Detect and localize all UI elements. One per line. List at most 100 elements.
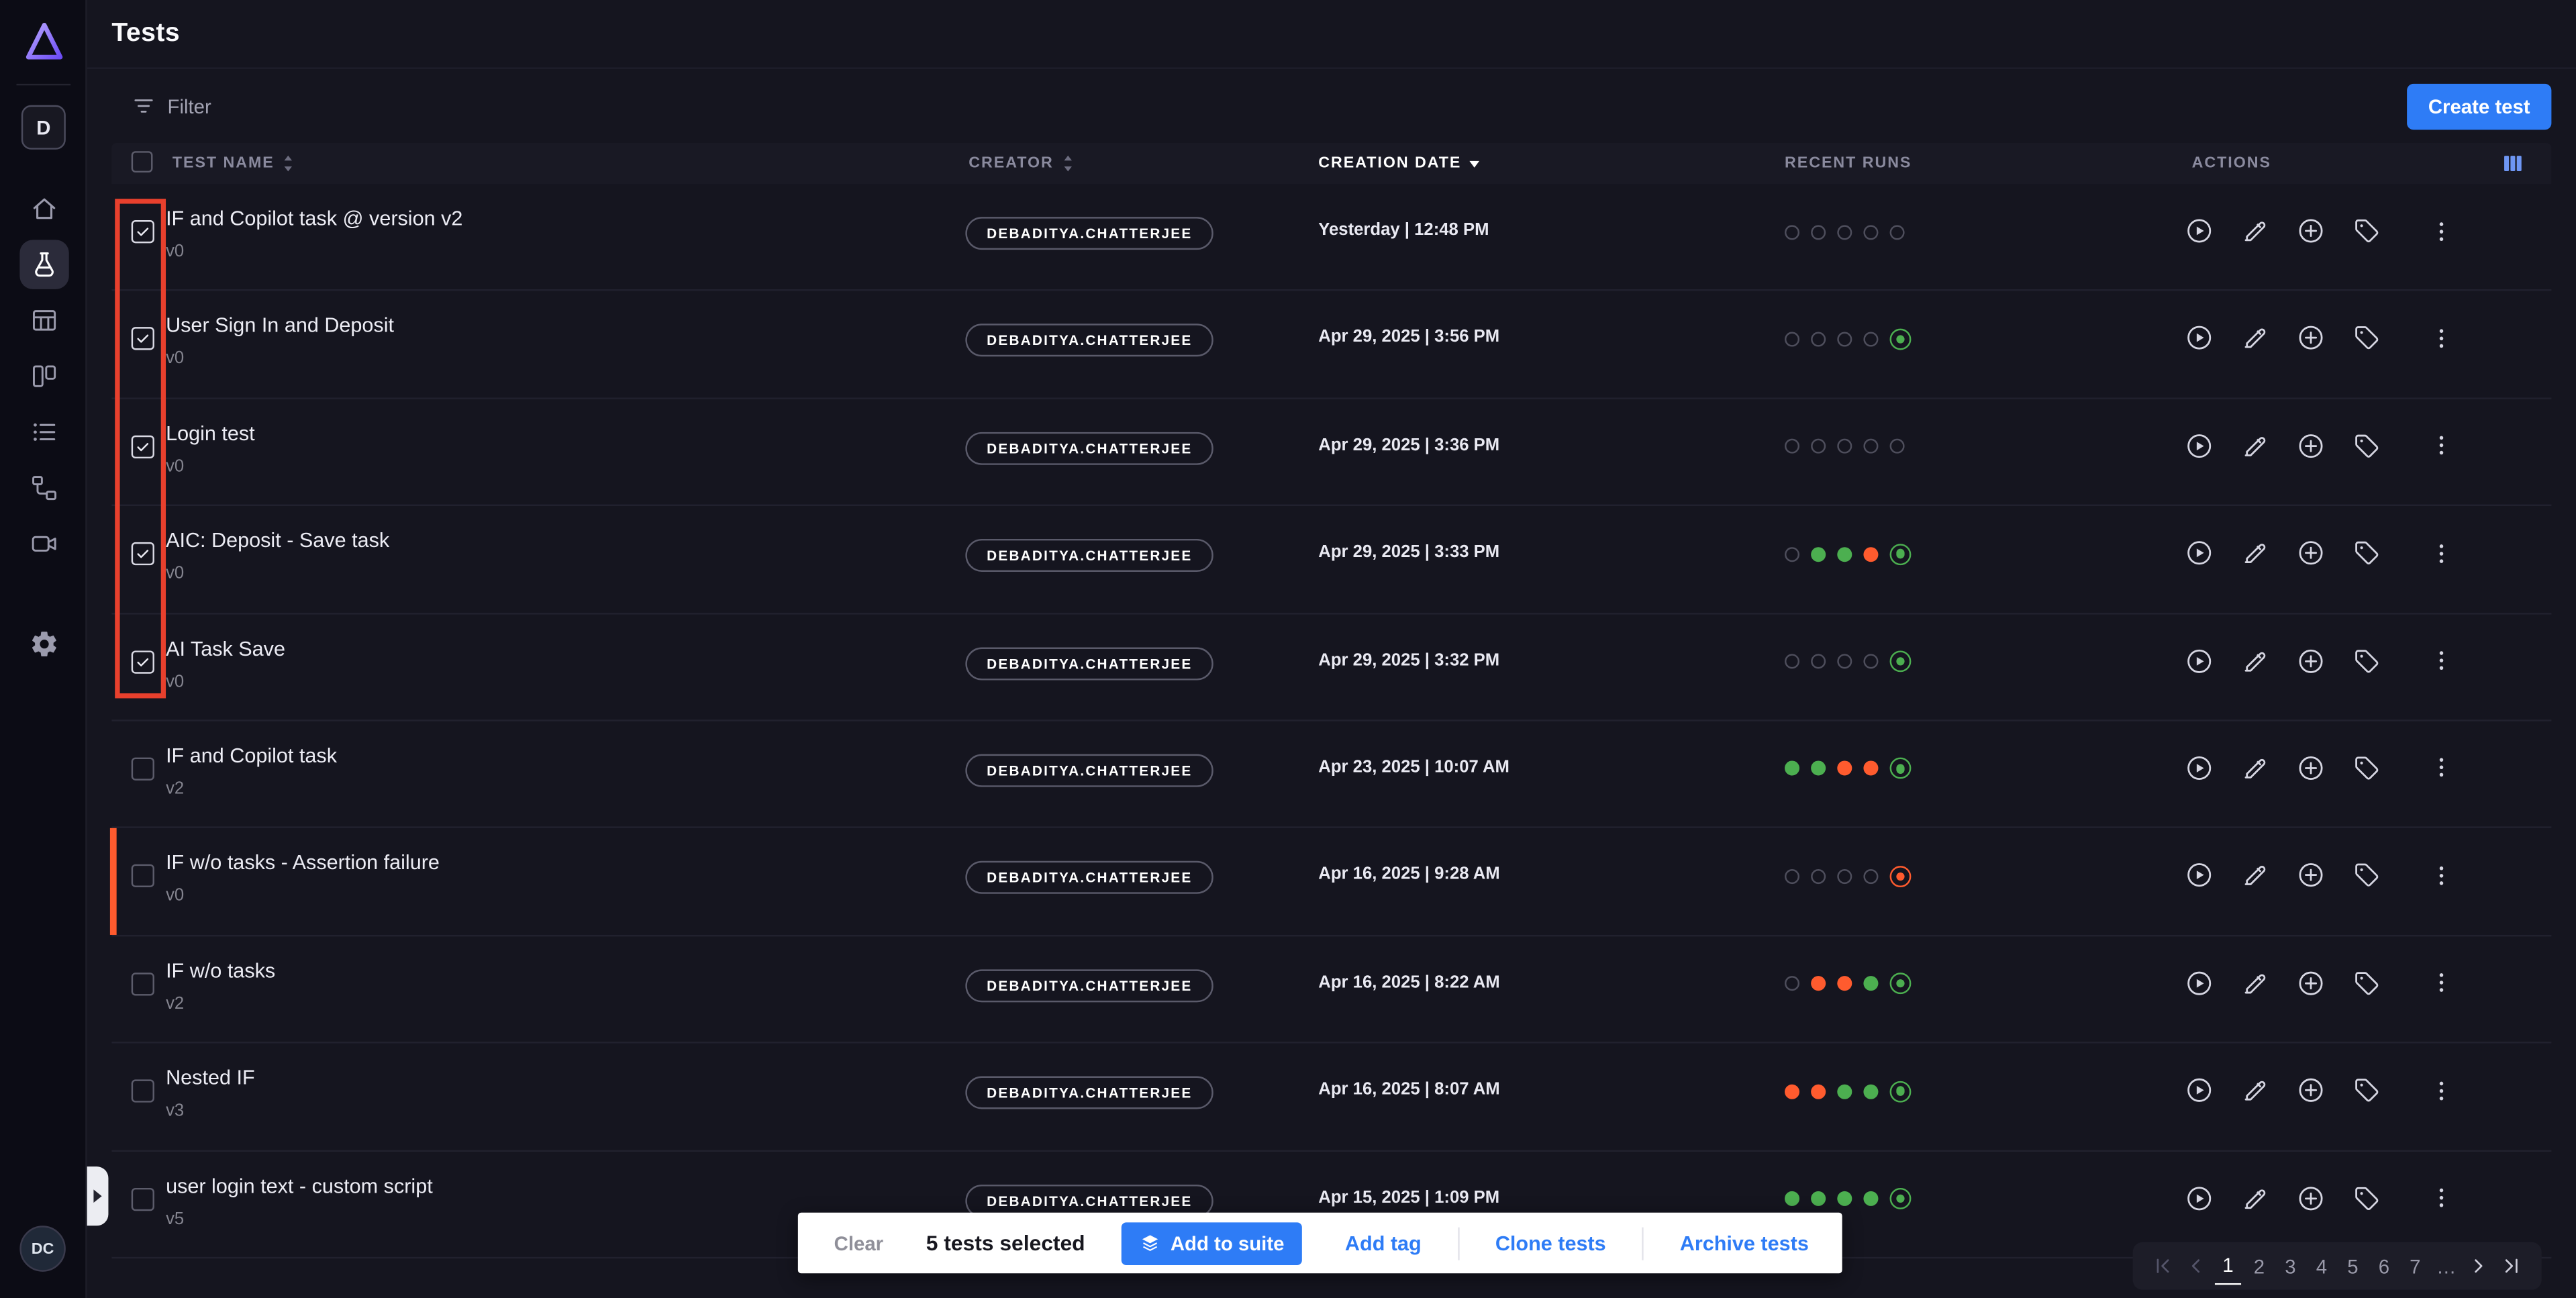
row-checkbox[interactable]	[132, 757, 154, 780]
test-name[interactable]: AI Task Save	[166, 637, 285, 662]
tag-test-button[interactable]	[2352, 324, 2381, 352]
add-to-suite-row-button[interactable]	[2297, 1077, 2325, 1105]
archive-tests-button[interactable]: Archive tests	[1680, 1232, 1809, 1254]
row-checkbox[interactable]	[132, 650, 154, 672]
run-test-button[interactable]	[2185, 217, 2214, 245]
run-test-button[interactable]	[2185, 969, 2214, 997]
more-actions-button[interactable]	[2426, 754, 2455, 783]
row-checkbox[interactable]	[132, 972, 154, 995]
add-to-suite-row-button[interactable]	[2297, 969, 2325, 997]
edit-test-button[interactable]	[2241, 217, 2269, 245]
sidebar-item-suites-icon[interactable]	[19, 352, 68, 401]
test-name[interactable]: user login text - custom script	[166, 1174, 433, 1199]
test-name[interactable]: User Sign In and Deposit	[166, 315, 394, 340]
select-all-checkbox[interactable]	[132, 151, 153, 172]
run-test-button[interactable]	[2185, 324, 2214, 352]
edit-test-button[interactable]	[2241, 646, 2269, 675]
page-number-6[interactable]: 6	[2371, 1248, 2397, 1284]
row-checkbox[interactable]	[132, 435, 154, 458]
tag-test-button[interactable]	[2352, 1077, 2381, 1105]
page-number-3[interactable]: 3	[2277, 1248, 2303, 1284]
edit-test-button[interactable]	[2241, 1184, 2269, 1212]
workspace-avatar[interactable]: D	[21, 105, 66, 150]
pagination-prev-button[interactable]	[2182, 1248, 2210, 1284]
more-actions-button[interactable]	[2426, 1077, 2455, 1105]
edit-test-button[interactable]	[2241, 862, 2269, 890]
edit-test-button[interactable]	[2241, 754, 2269, 783]
sidebar-item-recordings-icon[interactable]	[19, 519, 68, 568]
pagination-last-button[interactable]	[2497, 1248, 2526, 1284]
edit-test-button[interactable]	[2241, 969, 2269, 997]
filter-button[interactable]: Filter	[132, 94, 211, 119]
more-actions-button[interactable]	[2426, 646, 2455, 675]
more-actions-button[interactable]	[2426, 324, 2455, 352]
clone-tests-button[interactable]: Clone tests	[1495, 1232, 1606, 1254]
run-test-button[interactable]	[2185, 646, 2214, 675]
run-test-button[interactable]	[2185, 754, 2214, 783]
page-number-7[interactable]: 7	[2402, 1248, 2428, 1284]
column-header-creation-date[interactable]: CREATION DATE	[1318, 143, 1479, 184]
tag-test-button[interactable]	[2352, 969, 2381, 997]
more-actions-button[interactable]	[2426, 969, 2455, 997]
tag-test-button[interactable]	[2352, 646, 2381, 675]
add-to-suite-row-button[interactable]	[2297, 754, 2325, 783]
page-number-1[interactable]: 1	[2215, 1248, 2241, 1284]
run-test-button[interactable]	[2185, 539, 2214, 567]
more-actions-button[interactable]	[2426, 862, 2455, 890]
app-logo-icon[interactable]	[18, 15, 69, 66]
tag-test-button[interactable]	[2352, 217, 2381, 245]
row-checkbox[interactable]	[132, 1080, 154, 1103]
more-actions-button[interactable]	[2426, 1184, 2455, 1212]
test-name[interactable]: Nested IF	[166, 1066, 255, 1091]
column-header-test-name[interactable]: TEST NAME	[172, 143, 294, 184]
column-header-creator[interactable]: CREATOR	[969, 143, 1073, 184]
more-actions-button[interactable]	[2426, 217, 2455, 245]
more-actions-button[interactable]	[2426, 432, 2455, 460]
tag-test-button[interactable]	[2352, 754, 2381, 783]
sidebar-item-flows-icon[interactable]	[19, 463, 68, 512]
page-number-2[interactable]: 2	[2246, 1248, 2272, 1284]
row-checkbox[interactable]	[132, 1187, 154, 1210]
add-to-suite-row-button[interactable]	[2297, 539, 2325, 567]
row-checkbox[interactable]	[132, 865, 154, 888]
row-checkbox[interactable]	[132, 220, 154, 243]
run-test-button[interactable]	[2185, 432, 2214, 460]
tag-test-button[interactable]	[2352, 432, 2381, 460]
edit-test-button[interactable]	[2241, 432, 2269, 460]
tag-test-button[interactable]	[2352, 1184, 2381, 1212]
edit-test-button[interactable]	[2241, 324, 2269, 352]
edit-test-button[interactable]	[2241, 1077, 2269, 1105]
add-to-suite-row-button[interactable]	[2297, 1184, 2325, 1212]
row-checkbox[interactable]	[132, 328, 154, 350]
add-to-suite-row-button[interactable]	[2297, 324, 2325, 352]
test-name[interactable]: IF w/o tasks	[166, 959, 275, 984]
run-test-button[interactable]	[2185, 1077, 2214, 1105]
add-to-suite-row-button[interactable]	[2297, 862, 2325, 890]
add-tag-button[interactable]: Add tag	[1345, 1232, 1422, 1254]
page-number-5[interactable]: 5	[2340, 1248, 2366, 1284]
add-to-suite-row-button[interactable]	[2297, 646, 2325, 675]
sidebar-item-home-icon[interactable]	[19, 184, 68, 233]
add-to-suite-row-button[interactable]	[2297, 217, 2325, 245]
clear-selection-button[interactable]: Clear	[834, 1232, 883, 1254]
sidebar-item-tests-icon[interactable]	[19, 240, 68, 289]
test-name[interactable]: IF and Copilot task @ version v2	[166, 207, 462, 232]
run-test-button[interactable]	[2185, 862, 2214, 890]
sidebar-expand-handle[interactable]	[87, 1166, 109, 1226]
settings-icon[interactable]	[19, 619, 68, 668]
more-actions-button[interactable]	[2426, 539, 2455, 567]
tag-test-button[interactable]	[2352, 539, 2381, 567]
test-name[interactable]: AIC: Deposit - Save task	[166, 530, 389, 554]
run-test-button[interactable]	[2185, 1184, 2214, 1212]
create-test-button[interactable]: Create test	[2407, 83, 2551, 130]
sidebar-item-data-tables-icon[interactable]	[19, 296, 68, 345]
add-to-suite-row-button[interactable]	[2297, 432, 2325, 460]
test-name[interactable]: IF and Copilot task	[166, 744, 337, 769]
edit-test-button[interactable]	[2241, 539, 2269, 567]
test-name[interactable]: IF w/o tasks - Assertion failure	[166, 852, 440, 877]
tag-test-button[interactable]	[2352, 862, 2381, 890]
page-number-4[interactable]: 4	[2308, 1248, 2334, 1284]
column-settings-icon[interactable]	[2501, 151, 2526, 176]
row-checkbox[interactable]	[132, 542, 154, 565]
test-name[interactable]: Login test	[166, 422, 255, 447]
